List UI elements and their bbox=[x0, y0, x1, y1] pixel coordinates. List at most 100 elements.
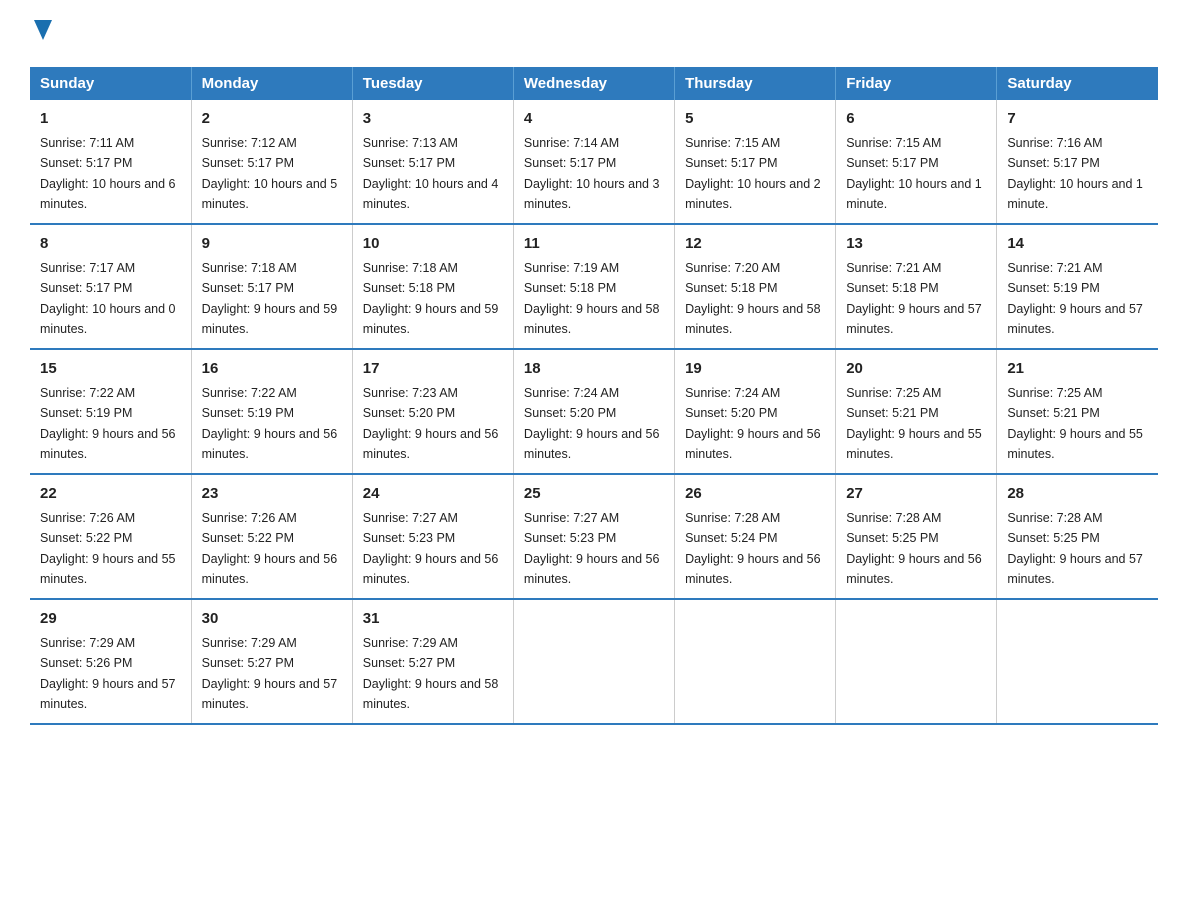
day-info: Sunrise: 7:26 AMSunset: 5:22 PMDaylight:… bbox=[40, 511, 176, 586]
calendar-cell: 1 Sunrise: 7:11 AMSunset: 5:17 PMDayligh… bbox=[30, 100, 191, 224]
calendar-cell: 29 Sunrise: 7:29 AMSunset: 5:26 PMDaylig… bbox=[30, 599, 191, 724]
calendar-cell: 21 Sunrise: 7:25 AMSunset: 5:21 PMDaylig… bbox=[997, 349, 1158, 474]
calendar-cell: 10 Sunrise: 7:18 AMSunset: 5:18 PMDaylig… bbox=[352, 224, 513, 349]
day-number: 26 bbox=[685, 483, 825, 506]
header-thursday: Thursday bbox=[675, 67, 836, 100]
day-info: Sunrise: 7:27 AMSunset: 5:23 PMDaylight:… bbox=[524, 511, 660, 586]
calendar-cell: 18 Sunrise: 7:24 AMSunset: 5:20 PMDaylig… bbox=[513, 349, 674, 474]
day-number: 8 bbox=[40, 233, 181, 256]
day-number: 29 bbox=[40, 608, 181, 631]
day-number: 22 bbox=[40, 483, 181, 506]
calendar-cell: 6 Sunrise: 7:15 AMSunset: 5:17 PMDayligh… bbox=[836, 100, 997, 224]
calendar-cell: 22 Sunrise: 7:26 AMSunset: 5:22 PMDaylig… bbox=[30, 474, 191, 599]
day-info: Sunrise: 7:28 AMSunset: 5:25 PMDaylight:… bbox=[846, 511, 982, 586]
day-number: 10 bbox=[363, 233, 503, 256]
day-number: 24 bbox=[363, 483, 503, 506]
calendar-cell: 23 Sunrise: 7:26 AMSunset: 5:22 PMDaylig… bbox=[191, 474, 352, 599]
day-info: Sunrise: 7:11 AMSunset: 5:17 PMDaylight:… bbox=[40, 136, 176, 211]
day-info: Sunrise: 7:25 AMSunset: 5:21 PMDaylight:… bbox=[1007, 386, 1143, 461]
week-row-3: 15 Sunrise: 7:22 AMSunset: 5:19 PMDaylig… bbox=[30, 349, 1158, 474]
logo-arrow-icon bbox=[34, 20, 52, 45]
day-info: Sunrise: 7:20 AMSunset: 5:18 PMDaylight:… bbox=[685, 261, 821, 336]
day-info: Sunrise: 7:19 AMSunset: 5:18 PMDaylight:… bbox=[524, 261, 660, 336]
calendar-cell: 31 Sunrise: 7:29 AMSunset: 5:27 PMDaylig… bbox=[352, 599, 513, 724]
week-row-1: 1 Sunrise: 7:11 AMSunset: 5:17 PMDayligh… bbox=[30, 100, 1158, 224]
day-number: 6 bbox=[846, 108, 986, 131]
calendar-cell: 9 Sunrise: 7:18 AMSunset: 5:17 PMDayligh… bbox=[191, 224, 352, 349]
day-info: Sunrise: 7:28 AMSunset: 5:24 PMDaylight:… bbox=[685, 511, 821, 586]
day-info: Sunrise: 7:24 AMSunset: 5:20 PMDaylight:… bbox=[685, 386, 821, 461]
day-info: Sunrise: 7:18 AMSunset: 5:17 PMDaylight:… bbox=[202, 261, 338, 336]
header-sunday: Sunday bbox=[30, 67, 191, 100]
calendar-cell: 17 Sunrise: 7:23 AMSunset: 5:20 PMDaylig… bbox=[352, 349, 513, 474]
calendar-cell: 3 Sunrise: 7:13 AMSunset: 5:17 PMDayligh… bbox=[352, 100, 513, 224]
day-info: Sunrise: 7:21 AMSunset: 5:18 PMDaylight:… bbox=[846, 261, 982, 336]
day-number: 30 bbox=[202, 608, 342, 631]
day-info: Sunrise: 7:15 AMSunset: 5:17 PMDaylight:… bbox=[846, 136, 982, 211]
day-info: Sunrise: 7:17 AMSunset: 5:17 PMDaylight:… bbox=[40, 261, 176, 336]
week-row-2: 8 Sunrise: 7:17 AMSunset: 5:17 PMDayligh… bbox=[30, 224, 1158, 349]
day-info: Sunrise: 7:27 AMSunset: 5:23 PMDaylight:… bbox=[363, 511, 499, 586]
day-number: 3 bbox=[363, 108, 503, 131]
day-info: Sunrise: 7:26 AMSunset: 5:22 PMDaylight:… bbox=[202, 511, 338, 586]
day-number: 1 bbox=[40, 108, 181, 131]
calendar-cell: 8 Sunrise: 7:17 AMSunset: 5:17 PMDayligh… bbox=[30, 224, 191, 349]
day-info: Sunrise: 7:29 AMSunset: 5:27 PMDaylight:… bbox=[363, 636, 499, 711]
week-row-4: 22 Sunrise: 7:26 AMSunset: 5:22 PMDaylig… bbox=[30, 474, 1158, 599]
calendar-cell bbox=[997, 599, 1158, 724]
day-info: Sunrise: 7:23 AMSunset: 5:20 PMDaylight:… bbox=[363, 386, 499, 461]
day-info: Sunrise: 7:16 AMSunset: 5:17 PMDaylight:… bbox=[1007, 136, 1143, 211]
calendar-cell: 15 Sunrise: 7:22 AMSunset: 5:19 PMDaylig… bbox=[30, 349, 191, 474]
calendar-cell: 20 Sunrise: 7:25 AMSunset: 5:21 PMDaylig… bbox=[836, 349, 997, 474]
day-number: 28 bbox=[1007, 483, 1148, 506]
day-info: Sunrise: 7:15 AMSunset: 5:17 PMDaylight:… bbox=[685, 136, 821, 211]
day-info: Sunrise: 7:14 AMSunset: 5:17 PMDaylight:… bbox=[524, 136, 660, 211]
day-number: 11 bbox=[524, 233, 664, 256]
day-number: 7 bbox=[1007, 108, 1148, 131]
day-number: 23 bbox=[202, 483, 342, 506]
header-wednesday: Wednesday bbox=[513, 67, 674, 100]
day-info: Sunrise: 7:29 AMSunset: 5:27 PMDaylight:… bbox=[202, 636, 338, 711]
calendar-cell: 14 Sunrise: 7:21 AMSunset: 5:19 PMDaylig… bbox=[997, 224, 1158, 349]
calendar-cell: 19 Sunrise: 7:24 AMSunset: 5:20 PMDaylig… bbox=[675, 349, 836, 474]
calendar-table: SundayMondayTuesdayWednesdayThursdayFrid… bbox=[30, 67, 1158, 725]
day-number: 4 bbox=[524, 108, 664, 131]
day-number: 31 bbox=[363, 608, 503, 631]
day-info: Sunrise: 7:22 AMSunset: 5:19 PMDaylight:… bbox=[202, 386, 338, 461]
day-number: 2 bbox=[202, 108, 342, 131]
calendar-cell: 24 Sunrise: 7:27 AMSunset: 5:23 PMDaylig… bbox=[352, 474, 513, 599]
day-info: Sunrise: 7:13 AMSunset: 5:17 PMDaylight:… bbox=[363, 136, 499, 211]
day-info: Sunrise: 7:22 AMSunset: 5:19 PMDaylight:… bbox=[40, 386, 176, 461]
calendar-cell: 13 Sunrise: 7:21 AMSunset: 5:18 PMDaylig… bbox=[836, 224, 997, 349]
day-number: 27 bbox=[846, 483, 986, 506]
calendar-cell: 12 Sunrise: 7:20 AMSunset: 5:18 PMDaylig… bbox=[675, 224, 836, 349]
day-number: 20 bbox=[846, 358, 986, 381]
day-number: 9 bbox=[202, 233, 342, 256]
calendar-cell: 27 Sunrise: 7:28 AMSunset: 5:25 PMDaylig… bbox=[836, 474, 997, 599]
day-info: Sunrise: 7:21 AMSunset: 5:19 PMDaylight:… bbox=[1007, 261, 1143, 336]
header-tuesday: Tuesday bbox=[352, 67, 513, 100]
calendar-cell: 11 Sunrise: 7:19 AMSunset: 5:18 PMDaylig… bbox=[513, 224, 674, 349]
header-monday: Monday bbox=[191, 67, 352, 100]
day-number: 17 bbox=[363, 358, 503, 381]
calendar-cell: 25 Sunrise: 7:27 AMSunset: 5:23 PMDaylig… bbox=[513, 474, 674, 599]
calendar-cell bbox=[675, 599, 836, 724]
calendar-cell: 16 Sunrise: 7:22 AMSunset: 5:19 PMDaylig… bbox=[191, 349, 352, 474]
day-info: Sunrise: 7:18 AMSunset: 5:18 PMDaylight:… bbox=[363, 261, 499, 336]
day-info: Sunrise: 7:24 AMSunset: 5:20 PMDaylight:… bbox=[524, 386, 660, 461]
day-number: 25 bbox=[524, 483, 664, 506]
calendar-cell: 26 Sunrise: 7:28 AMSunset: 5:24 PMDaylig… bbox=[675, 474, 836, 599]
day-number: 18 bbox=[524, 358, 664, 381]
day-info: Sunrise: 7:25 AMSunset: 5:21 PMDaylight:… bbox=[846, 386, 982, 461]
header-saturday: Saturday bbox=[997, 67, 1158, 100]
calendar-cell: 2 Sunrise: 7:12 AMSunset: 5:17 PMDayligh… bbox=[191, 100, 352, 224]
calendar-cell: 28 Sunrise: 7:28 AMSunset: 5:25 PMDaylig… bbox=[997, 474, 1158, 599]
calendar-header-row: SundayMondayTuesdayWednesdayThursdayFrid… bbox=[30, 67, 1158, 100]
calendar-cell bbox=[513, 599, 674, 724]
day-number: 14 bbox=[1007, 233, 1148, 256]
calendar-cell: 4 Sunrise: 7:14 AMSunset: 5:17 PMDayligh… bbox=[513, 100, 674, 224]
day-info: Sunrise: 7:28 AMSunset: 5:25 PMDaylight:… bbox=[1007, 511, 1143, 586]
day-number: 12 bbox=[685, 233, 825, 256]
day-number: 5 bbox=[685, 108, 825, 131]
header-friday: Friday bbox=[836, 67, 997, 100]
